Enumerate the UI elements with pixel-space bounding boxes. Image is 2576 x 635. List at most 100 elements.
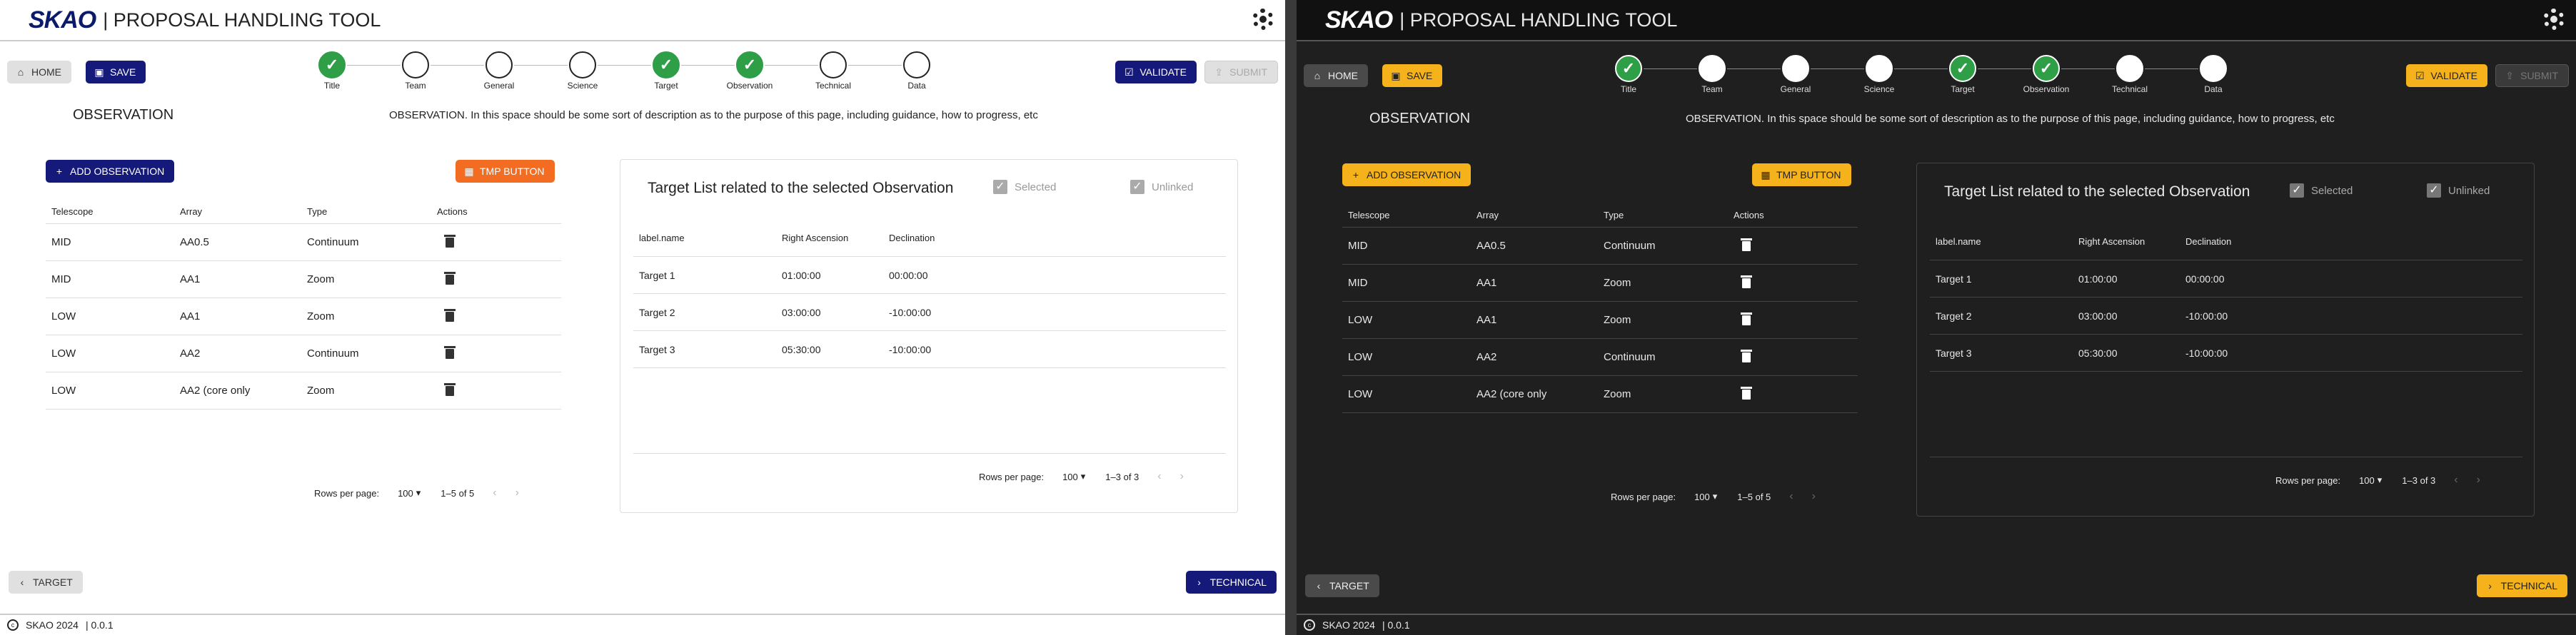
table-row[interactable]: LOW AA2 Continuum bbox=[1342, 339, 1858, 376]
grid-icon: ▦ bbox=[464, 166, 474, 177]
step-target[interactable]: ✓ Target bbox=[1934, 55, 1991, 94]
validate-button[interactable]: ☑ VALIDATE bbox=[2406, 64, 2487, 87]
step-title[interactable]: ✓ Title bbox=[303, 51, 361, 91]
step-pending-icon bbox=[903, 51, 930, 78]
step-target[interactable]: ✓ Target bbox=[638, 51, 695, 91]
rows-per-page-select[interactable]: 100 ▾ bbox=[398, 487, 421, 499]
tmp-button-label: TMP BUTTON bbox=[1776, 169, 1841, 181]
trash-icon[interactable] bbox=[1741, 312, 1752, 325]
step-pending-icon bbox=[2116, 55, 2143, 82]
table-cell: AA0.5 bbox=[1476, 240, 1506, 252]
step-general[interactable]: General bbox=[1767, 55, 1824, 94]
step-science[interactable]: Science bbox=[1851, 55, 1908, 94]
trash-icon[interactable] bbox=[444, 234, 456, 248]
next-page-icon[interactable]: › bbox=[2477, 474, 2480, 487]
step-label: Observation bbox=[726, 81, 773, 91]
table-row[interactable]: MID AA0.5 Continuum bbox=[1342, 228, 1858, 265]
table-row[interactable]: LOW AA2 (core only Zoom bbox=[46, 372, 561, 410]
unlinked-checkbox[interactable]: ✓ Unlinked bbox=[1130, 180, 1193, 194]
table-row[interactable]: Target 1 01:00:00 00:00:00 bbox=[633, 257, 1226, 294]
save-button[interactable]: ▣ SAVE bbox=[1382, 64, 1443, 87]
prev-page-icon[interactable]: ‹ bbox=[2454, 474, 2457, 487]
trash-icon[interactable] bbox=[444, 271, 456, 285]
tmp-button[interactable]: ▦ TMP BUTTON bbox=[456, 160, 555, 183]
trash-icon[interactable] bbox=[444, 308, 456, 322]
trash-icon[interactable] bbox=[1741, 349, 1752, 362]
step-title[interactable]: ✓ Title bbox=[1600, 55, 1657, 94]
table-cell: Continuum bbox=[307, 347, 359, 360]
validate-button[interactable]: ☑ VALIDATE bbox=[1115, 61, 1197, 83]
rows-per-page-value: 100 bbox=[1062, 471, 1078, 482]
table-row[interactable]: Target 2 03:00:00 -10:00:00 bbox=[1930, 298, 2522, 335]
table-row[interactable]: LOW AA2 Continuum bbox=[46, 335, 561, 372]
table-row[interactable]: Target 1 01:00:00 00:00:00 bbox=[1930, 260, 2522, 298]
submit-button[interactable]: ⇪ SUBMIT bbox=[1204, 61, 1278, 83]
back-target-button[interactable]: ‹ TARGET bbox=[9, 571, 83, 594]
page-root: SKAO | PROPOSAL HANDLING TOOL ⌂ HOME ▣ S… bbox=[0, 0, 2576, 635]
submit-button[interactable]: ⇪ SUBMIT bbox=[2495, 64, 2569, 87]
gear-icon[interactable] bbox=[2543, 9, 2565, 30]
save-button[interactable]: ▣ SAVE bbox=[86, 61, 146, 83]
table-row[interactable]: MID AA0.5 Continuum bbox=[46, 224, 561, 261]
home-button[interactable]: ⌂ HOME bbox=[1304, 64, 1368, 87]
table-row[interactable]: LOW AA1 Zoom bbox=[46, 298, 561, 335]
submit-button-label: SUBMIT bbox=[1229, 66, 1267, 78]
step-team[interactable]: Team bbox=[1684, 55, 1741, 94]
table-row[interactable]: Target 3 05:30:00 -10:00:00 bbox=[1930, 335, 2522, 372]
next-technical-button[interactable]: › TECHNICAL bbox=[2476, 574, 2567, 597]
table-row[interactable]: MID AA1 Zoom bbox=[46, 261, 561, 298]
add-observation-button[interactable]: + ADD OBSERVATION bbox=[46, 160, 175, 183]
prev-page-icon[interactable]: ‹ bbox=[1789, 490, 1793, 503]
selected-checkbox[interactable]: ✓ Selected bbox=[2290, 183, 2353, 198]
light-theme-panel: SKAO | PROPOSAL HANDLING TOOL ⌂ HOME ▣ S… bbox=[0, 0, 1285, 635]
column-header: label.name bbox=[639, 233, 685, 243]
step-complete-icon: ✓ bbox=[1949, 55, 1976, 82]
trash-icon[interactable] bbox=[444, 345, 456, 359]
tmp-button[interactable]: ▦ TMP BUTTON bbox=[1752, 163, 1851, 186]
rows-per-page-select[interactable]: 100 ▾ bbox=[1694, 491, 1717, 502]
step-data[interactable]: Data bbox=[888, 51, 945, 91]
unlinked-checkbox[interactable]: ✓ Unlinked bbox=[2427, 183, 2490, 198]
next-page-icon[interactable]: › bbox=[515, 487, 519, 499]
table-cell: Zoom bbox=[1604, 314, 1631, 326]
step-technical[interactable]: Technical bbox=[2101, 55, 2158, 94]
add-observation-button[interactable]: + ADD OBSERVATION bbox=[1342, 163, 1471, 186]
table-row[interactable]: MID AA1 Zoom bbox=[1342, 265, 1858, 302]
selected-checkbox[interactable]: ✓ Selected bbox=[993, 180, 1056, 194]
submit-icon: ⇪ bbox=[1214, 66, 1223, 78]
prev-page-icon[interactable]: ‹ bbox=[1157, 470, 1161, 483]
table-bottom-divider bbox=[1930, 420, 2522, 457]
column-header: Array bbox=[1476, 210, 1499, 220]
trash-icon[interactable] bbox=[1741, 238, 1752, 251]
step-data[interactable]: Data bbox=[2185, 55, 2242, 94]
table-bottom-divider bbox=[633, 417, 1226, 454]
rows-per-page-select[interactable]: 100 ▾ bbox=[1062, 471, 1085, 482]
step-observation[interactable]: ✓ Observation bbox=[721, 51, 778, 91]
table-row[interactable]: LOW AA2 (core only Zoom bbox=[1342, 376, 1858, 413]
rows-per-page-select[interactable]: 100 ▾ bbox=[2359, 474, 2382, 486]
caret-down-icon: ▾ bbox=[416, 487, 421, 498]
step-science[interactable]: Science bbox=[554, 51, 611, 91]
next-technical-button[interactable]: › TECHNICAL bbox=[1185, 571, 1277, 594]
trash-icon[interactable] bbox=[1741, 275, 1752, 288]
prev-page-icon[interactable]: ‹ bbox=[493, 487, 496, 499]
table-row[interactable]: LOW AA1 Zoom bbox=[1342, 302, 1858, 339]
table-row[interactable]: Target 3 05:30:00 -10:00:00 bbox=[633, 331, 1226, 368]
trash-icon[interactable] bbox=[444, 382, 456, 396]
step-technical[interactable]: Technical bbox=[805, 51, 862, 91]
step-observation[interactable]: ✓ Observation bbox=[2018, 55, 2075, 94]
next-page-icon[interactable]: › bbox=[1812, 490, 1816, 503]
home-button[interactable]: ⌂ HOME bbox=[7, 61, 71, 83]
submit-icon: ⇪ bbox=[2505, 70, 2514, 81]
table-cell: Target 2 bbox=[1936, 310, 1972, 322]
table-row[interactable]: Target 2 03:00:00 -10:00:00 bbox=[633, 294, 1226, 331]
gear-icon[interactable] bbox=[1252, 9, 1274, 30]
step-label: Target bbox=[654, 81, 678, 91]
trash-icon[interactable] bbox=[1741, 386, 1752, 400]
rows-per-page-value: 100 bbox=[1694, 491, 1710, 502]
step-general[interactable]: General bbox=[471, 51, 528, 91]
next-page-icon[interactable]: › bbox=[1180, 470, 1184, 483]
back-target-button[interactable]: ‹ TARGET bbox=[1305, 574, 1379, 597]
step-team[interactable]: Team bbox=[387, 51, 444, 91]
step-label: Team bbox=[1701, 84, 1723, 94]
